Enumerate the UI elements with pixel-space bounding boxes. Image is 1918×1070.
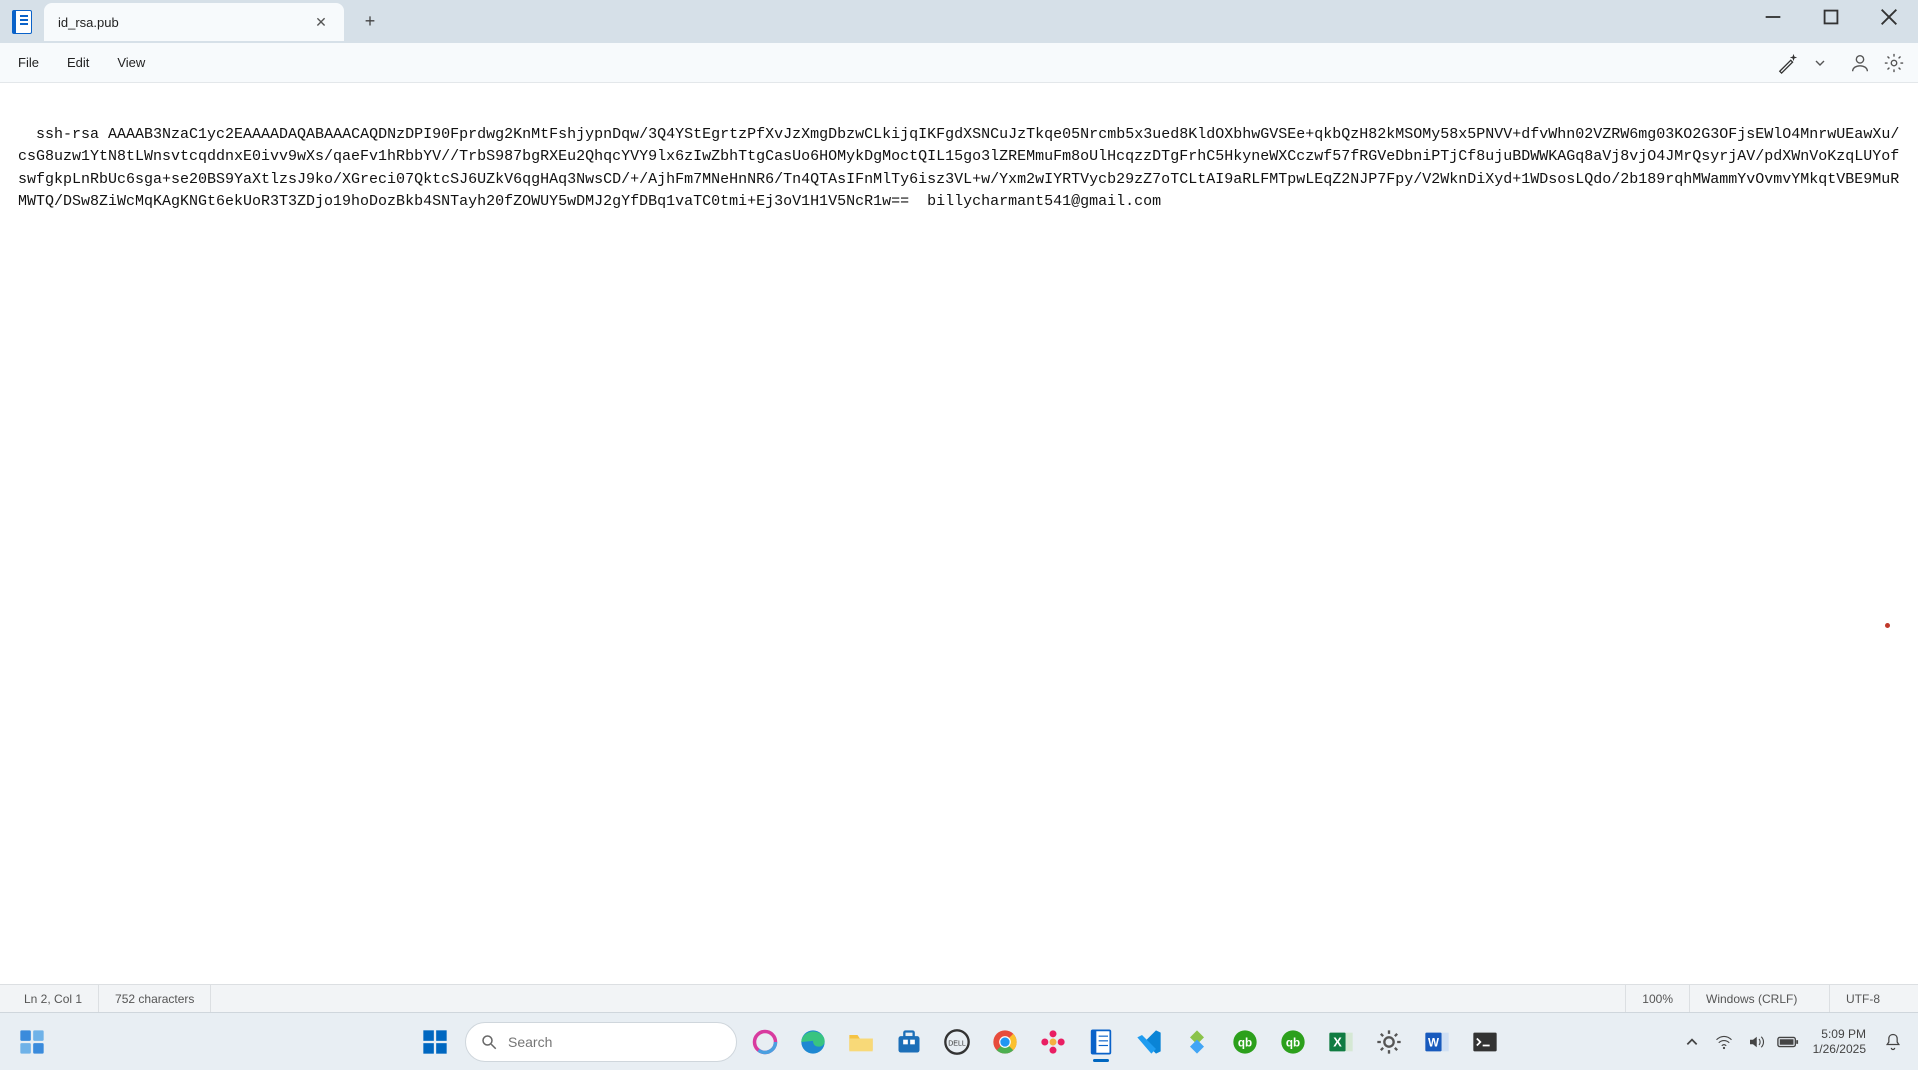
taskbar: DELL qb qb X W <box>0 1012 1918 1070</box>
widgets-icon <box>18 1028 46 1056</box>
sparkle-pen-icon <box>1777 52 1799 74</box>
tab-active[interactable]: id_rsa.pub ✕ <box>44 3 344 41</box>
excel-icon: X <box>1327 1028 1355 1056</box>
svg-text:qb: qb <box>1238 1036 1252 1049</box>
app-icon <box>0 0 44 43</box>
text-editor[interactable]: ssh-rsa AAAAB3NzaC1yc2EAAAADAQABAAACAQDN… <box>0 83 1918 984</box>
taskbar-left <box>10 1020 54 1064</box>
menu-view[interactable]: View <box>103 49 159 76</box>
taskbar-app-2[interactable] <box>1177 1019 1217 1065</box>
close-icon <box>1878 6 1900 28</box>
store-icon <box>895 1028 923 1056</box>
taskbar-chrome[interactable] <box>985 1019 1025 1065</box>
chrome-icon <box>991 1028 1019 1056</box>
chevron-down-icon <box>1815 58 1825 68</box>
taskbar-explorer[interactable] <box>841 1019 881 1065</box>
chevron-up-icon <box>1685 1035 1699 1049</box>
notifications-button[interactable] <box>1878 1022 1908 1062</box>
tray-battery[interactable] <box>1775 1022 1801 1062</box>
menubar: File Edit View <box>0 43 1918 83</box>
editor-content: ssh-rsa AAAAB3NzaC1yc2EAAAADAQABAAACAQDN… <box>18 126 1899 211</box>
copilot-icon <box>751 1028 779 1056</box>
flower-icon <box>1039 1028 1067 1056</box>
tray-volume[interactable] <box>1743 1022 1769 1062</box>
terminal-icon <box>1471 1028 1499 1056</box>
tray-overflow[interactable] <box>1679 1022 1705 1062</box>
status-zoom[interactable]: 100% <box>1626 985 1690 1012</box>
menu-edit[interactable]: Edit <box>53 49 103 76</box>
taskbar-notepad[interactable] <box>1081 1019 1121 1065</box>
volume-icon <box>1747 1033 1765 1051</box>
new-tab-button[interactable]: + <box>352 3 388 39</box>
user-icon <box>1849 52 1871 74</box>
status-position[interactable]: Ln 2, Col 1 <box>8 985 99 1012</box>
status-encoding[interactable]: UTF-8 <box>1830 985 1910 1012</box>
status-char-count: 752 characters <box>99 985 211 1012</box>
notepad-taskbar-icon <box>1087 1028 1115 1056</box>
search-icon <box>480 1033 498 1051</box>
windows-icon <box>421 1028 449 1056</box>
settings-taskbar-icon <box>1375 1028 1403 1056</box>
folder-icon <box>847 1028 875 1056</box>
titlebar: id_rsa.pub ✕ + <box>0 0 1918 43</box>
settings-button[interactable] <box>1878 47 1910 79</box>
taskbar-quickbooks-2[interactable]: qb <box>1273 1019 1313 1065</box>
taskbar-settings[interactable] <box>1369 1019 1409 1065</box>
taskbar-store[interactable] <box>889 1019 929 1065</box>
close-button[interactable] <box>1860 0 1918 34</box>
wifi-icon <box>1715 1033 1733 1051</box>
vscode-icon <box>1135 1028 1163 1056</box>
maximize-button[interactable] <box>1802 0 1860 34</box>
maximize-icon <box>1820 6 1842 28</box>
taskbar-center: DELL qb qb X W <box>413 1019 1505 1065</box>
bell-icon <box>1883 1032 1903 1052</box>
widgets-button[interactable] <box>10 1020 54 1064</box>
statusbar: Ln 2, Col 1 752 characters 100% Windows … <box>0 984 1918 1012</box>
battery-icon <box>1777 1035 1799 1049</box>
menubar-right <box>1772 47 1910 79</box>
minimize-icon <box>1762 6 1784 28</box>
svg-text:qb: qb <box>1286 1036 1300 1049</box>
notepad-icon <box>12 10 32 34</box>
dell-icon: DELL <box>943 1028 971 1056</box>
taskbar-clock[interactable]: 5:09 PM 1/26/2025 <box>1807 1027 1872 1057</box>
menu-file[interactable]: File <box>4 49 53 76</box>
window-controls <box>1744 0 1918 34</box>
minimize-button[interactable] <box>1744 0 1802 34</box>
taskbar-word[interactable]: W <box>1417 1019 1457 1065</box>
word-icon: W <box>1423 1028 1451 1056</box>
ai-rewrite-button[interactable] <box>1772 47 1804 79</box>
svg-text:X: X <box>1333 1034 1342 1049</box>
taskbar-app-1[interactable] <box>1033 1019 1073 1065</box>
svg-text:DELL: DELL <box>948 1040 966 1047</box>
status-spacer <box>211 985 1626 1012</box>
taskbar-search[interactable] <box>465 1022 737 1062</box>
svg-text:W: W <box>1428 1036 1439 1049</box>
taskbar-terminal[interactable] <box>1465 1019 1505 1065</box>
taskbar-excel[interactable]: X <box>1321 1019 1361 1065</box>
status-line-endings[interactable]: Windows (CRLF) <box>1690 985 1830 1012</box>
clock-date: 1/26/2025 <box>1813 1042 1866 1057</box>
taskbar-right: 5:09 PM 1/26/2025 <box>1679 1022 1908 1062</box>
tab-close-button[interactable]: ✕ <box>310 11 332 33</box>
tab-title: id_rsa.pub <box>58 15 310 30</box>
diamond-icon <box>1183 1028 1211 1056</box>
account-button[interactable] <box>1844 47 1876 79</box>
ai-dropdown[interactable] <box>1804 47 1836 79</box>
taskbar-dell[interactable]: DELL <box>937 1019 977 1065</box>
qb-icon: qb <box>1231 1028 1259 1056</box>
taskbar-quickbooks-1[interactable]: qb <box>1225 1019 1265 1065</box>
taskbar-copilot[interactable] <box>745 1019 785 1065</box>
qb-icon-2: qb <box>1279 1028 1307 1056</box>
taskbar-edge[interactable] <box>793 1019 833 1065</box>
clock-time: 5:09 PM <box>1813 1027 1866 1042</box>
start-button[interactable] <box>413 1020 457 1064</box>
tray-wifi[interactable] <box>1711 1022 1737 1062</box>
taskbar-vscode[interactable] <box>1129 1019 1169 1065</box>
cursor-indicator <box>1885 623 1890 628</box>
gear-icon <box>1883 52 1905 74</box>
search-input[interactable] <box>508 1034 722 1050</box>
edge-icon <box>799 1028 827 1056</box>
